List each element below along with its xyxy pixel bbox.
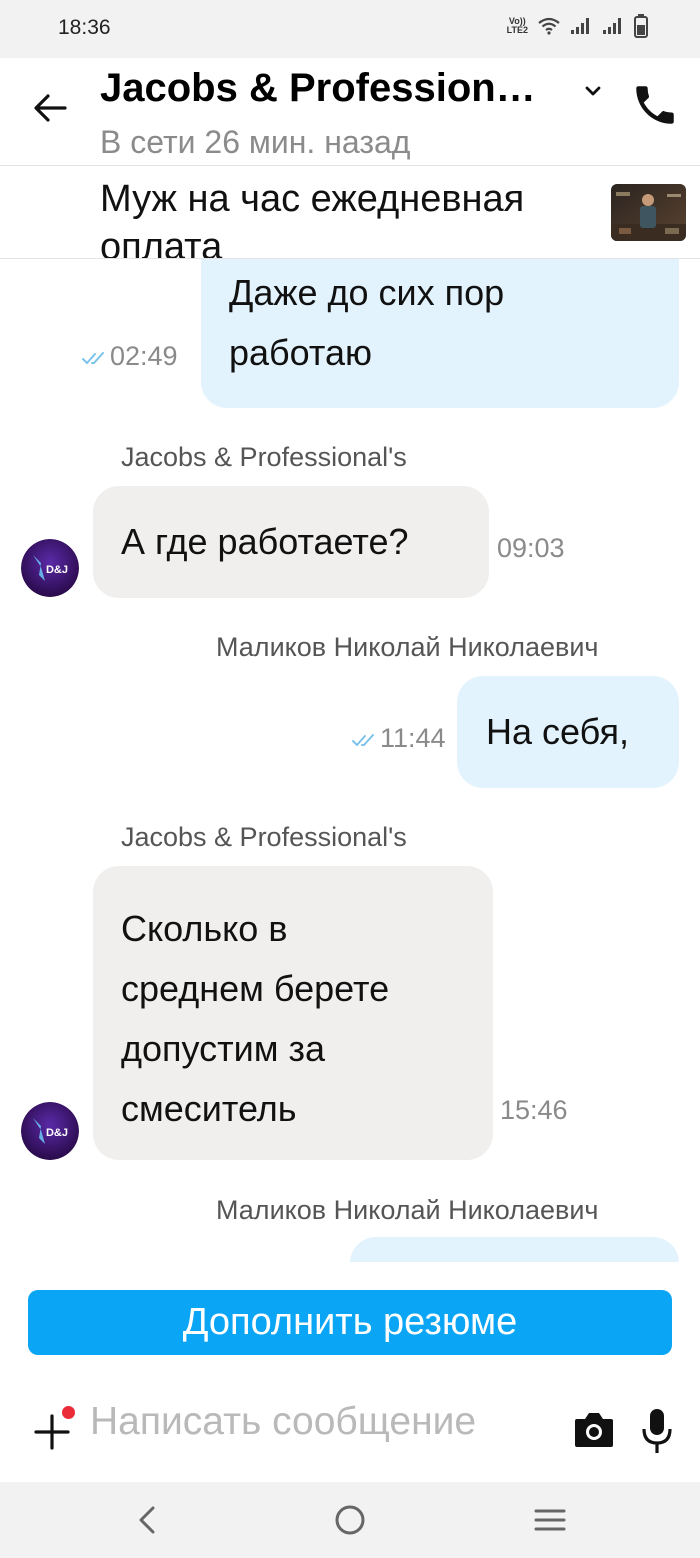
signal-icon-sim1 [571, 18, 589, 34]
message-bubble-outgoing[interactable]: На себя, [457, 676, 679, 788]
camera-icon[interactable] [573, 1409, 615, 1449]
arrow-left-icon [34, 94, 67, 122]
notification-dot [62, 1406, 75, 1419]
nav-recent-apps-icon[interactable] [532, 1502, 568, 1538]
update-resume-button[interactable]: Дополнить резюме [28, 1290, 672, 1355]
avatar[interactable]: D&J [21, 539, 79, 597]
chat-header: Jacobs & Profession… В сети 26 мин. наза… [0, 58, 700, 166]
message-time: 11:44 [352, 723, 446, 754]
message-bubble-outgoing[interactable]: Даже до сих пор работаю [201, 259, 679, 408]
avatar[interactable]: D&J [21, 1102, 79, 1160]
double-check-icon [82, 351, 104, 364]
online-status: В сети 26 мин. назад [100, 124, 411, 160]
composer: Дополнить резюме [0, 1262, 700, 1482]
svg-text:D&J: D&J [46, 1127, 68, 1139]
svg-text:D&J: D&J [46, 564, 68, 576]
vacancy-thumbnail [611, 184, 686, 241]
message-time: 15:46 [500, 1095, 568, 1125]
sender-name: Маликов Николай Николаевич [216, 1195, 599, 1225]
message-input[interactable] [90, 1392, 560, 1452]
sender-name: Jacobs & Professional's [121, 822, 407, 852]
status-time: 18:36 [58, 16, 111, 39]
phone-icon[interactable] [630, 80, 680, 130]
vacancy-title: Муж на час ежедневная оплата [100, 178, 525, 259]
message-bubble-incoming[interactable]: Сколько в среднем берете допустим за сме… [93, 866, 493, 1160]
status-bar: 18:36 Vo)) LTE2 [0, 0, 700, 58]
sender-name: Маликов Николай Николаевич [216, 632, 599, 662]
signal-icon-sim2 [603, 18, 621, 34]
message-time: 09:03 [497, 533, 565, 563]
message-time: 02:49 [82, 341, 178, 372]
nav-back-icon[interactable] [130, 1502, 166, 1538]
volte-indicator: Vo)) LTE2 [506, 16, 528, 35]
vacancy-card[interactable]: Муж на час ежедневная оплата [0, 167, 700, 259]
chevron-down-icon[interactable] [580, 78, 606, 104]
chat-title[interactable]: Jacobs & Profession… [100, 66, 560, 111]
sender-name: Jacobs & Professional's [121, 442, 407, 472]
battery-icon [634, 14, 648, 38]
message-list[interactable]: 02:49 Даже до сих пор работаю Jacobs & P… [0, 259, 700, 1262]
double-check-icon [352, 733, 374, 746]
status-icons: Vo)) LTE2 [507, 14, 648, 38]
message-bubble-incoming[interactable]: А где работаете? [93, 486, 489, 598]
message-bubble-outgoing[interactable] [350, 1237, 679, 1262]
back-button[interactable] [28, 86, 72, 130]
wifi-icon [538, 17, 560, 35]
nav-home-icon[interactable] [332, 1502, 368, 1538]
system-navigation-bar [0, 1482, 700, 1558]
microphone-icon[interactable] [640, 1407, 674, 1455]
